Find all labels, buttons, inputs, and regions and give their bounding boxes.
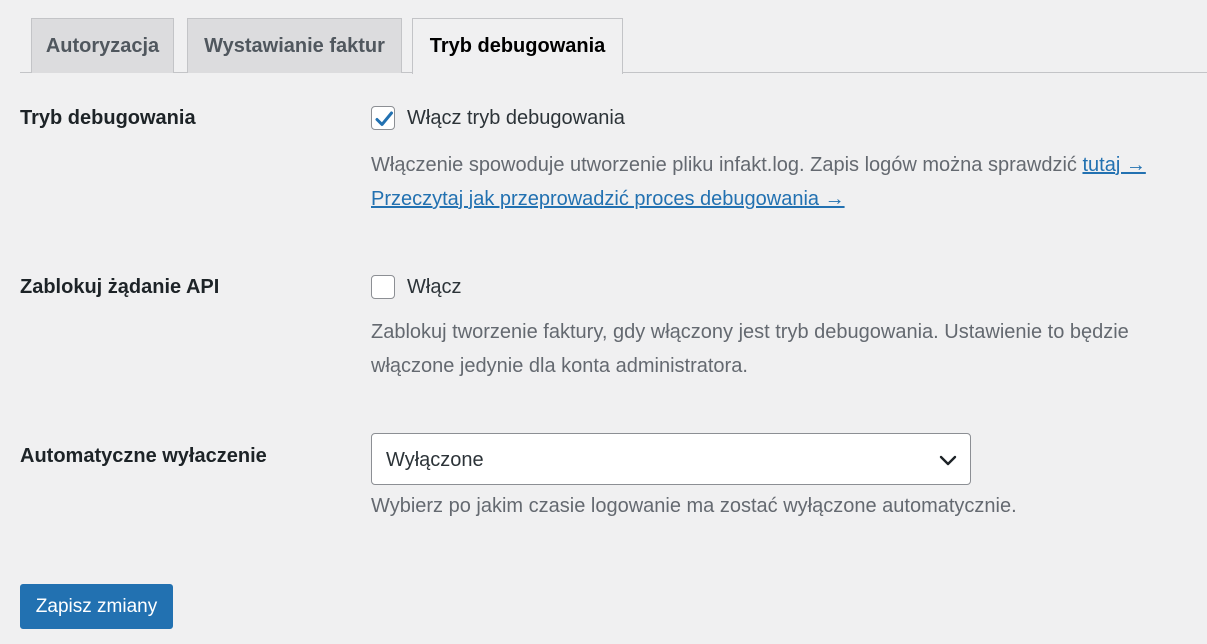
debug-mode-checkbox[interactable] <box>371 106 395 130</box>
auto-disable-description: Wybierz po jakim czasie logowanie ma zos… <box>371 495 1017 517</box>
chevron-down-icon <box>939 455 957 466</box>
debug-mode-description-text: Włączenie spowoduje utworzenie pliku inf… <box>371 154 1083 176</box>
block-api-description-line1: Zablokuj tworzenie faktury, gdy włączony… <box>371 321 1129 343</box>
block-api-label: Zablokuj żądanie API <box>20 276 220 298</box>
block-api-checkbox[interactable] <box>371 275 395 299</box>
auto-disable-label: Automatyczne wyłaczenie <box>20 445 267 467</box>
auto-disable-select[interactable]: Wyłączone <box>371 433 971 485</box>
tab-tryb-debugowania[interactable]: Tryb debugowania <box>412 18 623 74</box>
debug-howto-link[interactable]: Przeczytaj jak przeprowadzić proces debu… <box>371 188 845 210</box>
debug-mode-checkbox-label[interactable]: Włącz tryb debugowania <box>407 106 625 130</box>
block-api-checkbox-label[interactable]: Włącz <box>407 275 461 299</box>
settings-tabs: Autoryzacja Wystawianie faktur Tryb debu… <box>20 0 1207 74</box>
debug-mode-label: Tryb debugowania <box>20 107 196 129</box>
block-api-description: Zablokuj tworzenie faktury, gdy włączony… <box>371 315 1129 383</box>
tab-autoryzacja[interactable]: Autoryzacja <box>31 18 174 73</box>
block-api-description-line2: włączone jedynie dla konta administrator… <box>371 355 748 377</box>
auto-disable-selected-value: Wyłączone <box>386 449 484 471</box>
checkmark-icon <box>375 111 393 126</box>
logs-here-link[interactable]: tutaj → <box>1082 154 1145 176</box>
debug-mode-description: Włączenie spowoduje utworzenie pliku inf… <box>371 148 1146 216</box>
save-changes-button[interactable]: Zapisz zmiany <box>20 584 173 629</box>
tab-wystawianie-faktur[interactable]: Wystawianie faktur <box>187 18 402 73</box>
